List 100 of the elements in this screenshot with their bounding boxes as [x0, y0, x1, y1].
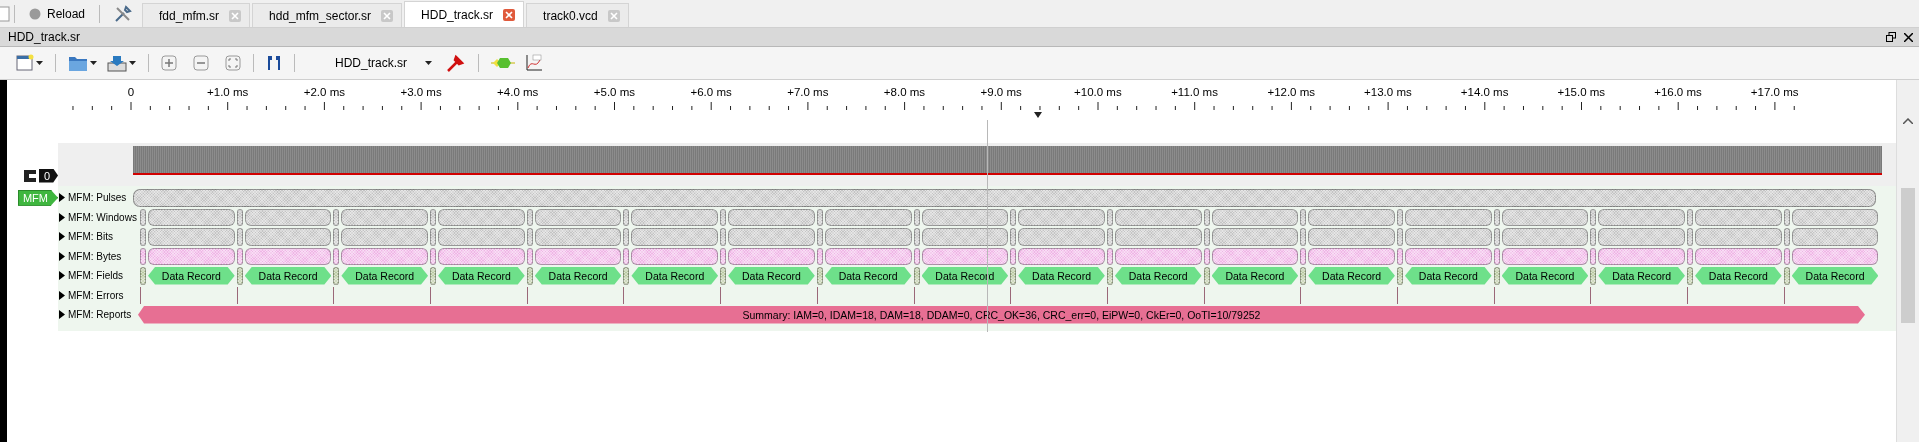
time-label: +16.0 ms	[1653, 86, 1703, 98]
annotation-sliver	[1396, 208, 1403, 226]
annotation-sliver	[1106, 208, 1113, 226]
row-label: MFM: Bytes	[68, 249, 122, 263]
time-label: +17.0 ms	[1749, 86, 1800, 98]
field-annotation: Data Record	[1695, 267, 1782, 285]
time-label: 0	[126, 86, 136, 98]
annotation-sliver	[430, 267, 437, 285]
device-selector[interactable]: HDD_track.sr	[305, 56, 438, 70]
field-annotation: Data Record	[1308, 267, 1395, 285]
caret-icon	[425, 61, 432, 65]
annotation-sliver	[1687, 267, 1693, 285]
annotation-sliver	[816, 208, 823, 226]
row-label: MFM: Fields	[68, 269, 123, 283]
row-label: MFM: Reports	[68, 308, 132, 322]
row-label: MFM: Windows	[68, 210, 137, 224]
caret-icon	[36, 61, 43, 65]
annotation-sliver	[1493, 267, 1500, 285]
file-tab[interactable]: hdd_mfm_sector.sr	[252, 3, 403, 27]
time-label: +11.0 ms	[1170, 86, 1219, 98]
folder-icon	[68, 54, 88, 72]
field-annotation: Data Record	[728, 267, 815, 285]
annotation-sliver	[236, 267, 243, 285]
zoom-in-button[interactable]	[159, 53, 179, 73]
annotation-sliver	[816, 267, 823, 285]
annotation-sliver	[333, 267, 340, 285]
field-annotation: Data Record	[824, 267, 912, 285]
time-label: +8.0 ms	[882, 86, 927, 98]
annotation-sliver	[1783, 267, 1790, 285]
scroll-up-icon[interactable]	[1903, 118, 1913, 124]
file-tab[interactable]: HDD_track.sr	[404, 1, 525, 27]
time-label: +5.0 ms	[592, 86, 637, 98]
annotation-sliver	[720, 267, 727, 285]
row-label: MFM: Pulses	[68, 191, 127, 205]
summary-annotation: Summary: IAM=0, IDAM=18, DAM=18, DDAM=0, CRC_OK=36, CRC_err=0, EiPW=0, CkEr=0, OoTI=10/79252	[138, 306, 1865, 324]
time-label: +6.0 ms	[689, 86, 733, 98]
time-label: +9.0 ms	[979, 86, 1023, 98]
annotation-sliver	[1106, 267, 1113, 285]
field-annotation: Data Record	[438, 267, 525, 285]
annotation-sliver	[1590, 267, 1597, 285]
field-annotation: Data Record	[341, 267, 429, 285]
file-tab[interactable]: track0.vcd	[526, 3, 629, 27]
field-annotation: Data Record	[244, 267, 332, 285]
new-window-icon	[16, 54, 34, 72]
math-icon[interactable]	[523, 52, 545, 74]
scrollbar-thumb[interactable]	[1901, 188, 1915, 323]
annotation-sliver	[1687, 208, 1693, 226]
channel-label[interactable]: 0	[38, 168, 58, 183]
annotation-sliver	[430, 208, 437, 226]
time-label: +4.0 ms	[496, 86, 540, 98]
annotation-sliver	[1300, 267, 1307, 285]
cursor-marker-icon[interactable]	[1034, 112, 1042, 118]
circle-icon	[29, 8, 41, 20]
annotation-sliver	[913, 208, 920, 226]
field-annotation: Data Record	[1501, 267, 1589, 285]
time-label: +10.0 ms	[1073, 86, 1123, 98]
annotation-sliver	[720, 208, 727, 226]
restore-icon[interactable]	[1886, 32, 1896, 42]
time-label: +1.0 ms	[206, 86, 250, 98]
zoom-fit-button[interactable]	[223, 53, 243, 73]
caret-icon	[129, 61, 136, 65]
time-label: +3.0 ms	[399, 86, 443, 98]
zoom-out-button[interactable]	[191, 53, 211, 73]
annotation-sliver	[1396, 267, 1403, 285]
row-label: MFM: Errors	[68, 288, 124, 302]
annotation-sliver	[333, 208, 340, 226]
field-annotation: Data Record	[1114, 267, 1202, 285]
annotation-sliver	[1590, 208, 1597, 226]
annotation-sliver	[236, 208, 243, 226]
time-label: +7.0 ms	[786, 86, 830, 98]
annotation-sliver	[526, 267, 533, 285]
annotation-sliver	[1783, 208, 1790, 226]
field-annotation: Data Record	[1211, 267, 1299, 285]
annotation-sliver	[140, 267, 146, 285]
annotation-sliver	[913, 267, 920, 285]
annotation-sliver	[623, 208, 630, 226]
field-annotation: Data Record	[1791, 267, 1879, 285]
annotation-sliver	[526, 208, 533, 226]
session-title: HDD_track.sr	[8, 30, 81, 44]
reload-button[interactable]: Reload	[19, 1, 96, 27]
time-label: +15.0 ms	[1556, 86, 1607, 98]
time-label: +13.0 ms	[1363, 86, 1413, 98]
close-icon[interactable]	[1904, 32, 1913, 42]
field-annotation: Data Record	[1598, 267, 1685, 285]
field-annotation: Data Record	[921, 267, 1009, 285]
annotation-sliver	[1010, 208, 1017, 226]
field-annotation: Data Record	[1018, 267, 1105, 285]
time-label: +12.0 ms	[1266, 86, 1317, 98]
field-annotation: Data Record	[1404, 267, 1492, 285]
annotation-sliver	[140, 208, 146, 226]
new-session-button[interactable]	[14, 52, 45, 74]
file-tab[interactable]: fdd_mfm.sr	[142, 3, 251, 27]
vertical-scrollbar[interactable]	[1896, 80, 1919, 442]
field-annotation: Data Record	[534, 267, 622, 285]
annotation-sliver	[623, 267, 630, 285]
row-label: MFM: Bits	[68, 230, 113, 244]
field-annotation: Data Record	[148, 267, 235, 285]
annotation-sliver	[1493, 208, 1500, 226]
caret-icon	[90, 61, 97, 65]
field-annotation: Data Record	[631, 267, 719, 285]
